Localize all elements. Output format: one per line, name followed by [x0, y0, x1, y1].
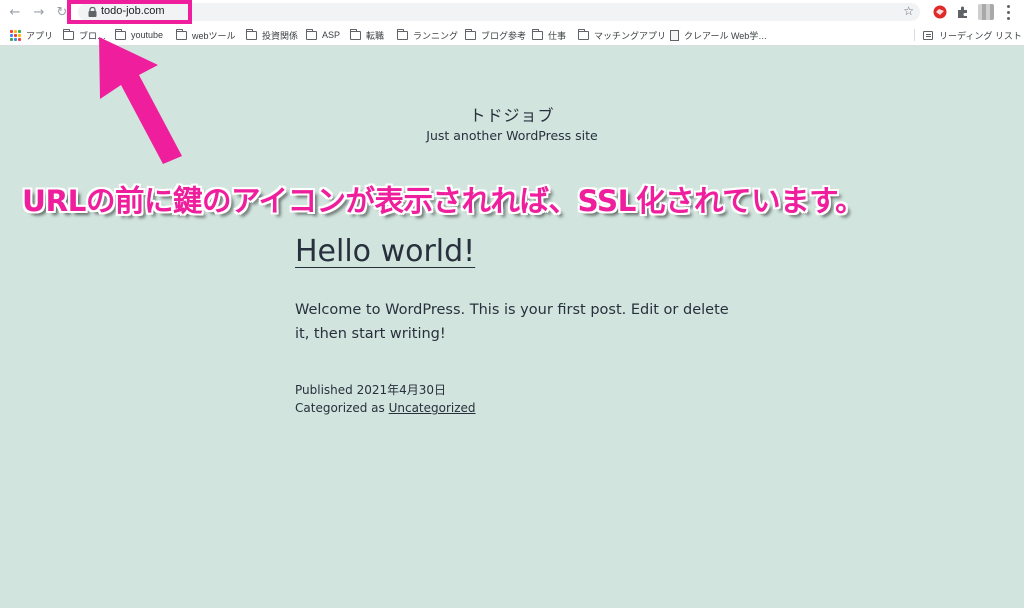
bookmark-label: アプリ — [26, 30, 54, 41]
bookmark-folder-youtube[interactable]: youtube — [115, 28, 163, 42]
page-icon — [670, 29, 679, 41]
bookmark-folder-career[interactable]: 転職 — [350, 28, 384, 42]
back-icon[interactable]: ← — [6, 3, 24, 21]
extension-icon[interactable] — [932, 4, 948, 20]
folder-icon — [350, 28, 361, 40]
bookmark-label: youtube — [131, 30, 164, 40]
category-link[interactable]: Uncategorized — [389, 401, 476, 415]
bookmark-crear[interactable]: クレアール Web学… — [670, 28, 767, 42]
menu-icon[interactable] — [1006, 3, 1010, 21]
bookmarks-bar: アプリ ブロ… youtube webツール 投資関係 ASP 転職 ランニング… — [0, 24, 1024, 46]
folder-icon — [465, 28, 476, 40]
folder-icon — [532, 28, 543, 40]
bookmarks-divider — [914, 29, 915, 41]
bookmark-label: マッチングアプリ — [594, 30, 667, 41]
extensions-puzzle-icon[interactable] — [955, 4, 971, 20]
reading-list-icon — [923, 30, 933, 40]
post-content: Welcome to WordPress. This is your first… — [295, 302, 729, 342]
bookmark-label: 仕事 — [548, 30, 567, 41]
bookmark-label: ブログ参考 — [481, 30, 527, 41]
site-title[interactable]: トドジョブ — [0, 102, 1024, 126]
forward-icon[interactable]: → — [30, 3, 48, 21]
apps-grid-icon — [10, 29, 21, 41]
bookmark-label: webツール — [192, 30, 236, 41]
bookmark-label: クレアール Web学… — [684, 30, 768, 41]
bookmark-star-icon[interactable]: ☆ — [903, 4, 914, 18]
reading-list-label: リーディング リスト — [939, 30, 1022, 41]
bookmark-apps[interactable]: アプリ — [10, 28, 53, 42]
bookmark-label: 転職 — [366, 30, 385, 41]
bookmark-folder-running[interactable]: ランニング — [397, 28, 458, 42]
profile-avatar[interactable] — [978, 4, 994, 20]
post-title-link[interactable]: Hello world! — [295, 234, 475, 269]
annotation-callout: URLの前に鍵のアイコンが表示されれば、SSL化されています。 — [22, 184, 865, 218]
reading-list-button[interactable]: リーディング リスト — [923, 28, 1022, 42]
site-tagline: Just another WordPress site — [426, 128, 598, 143]
bookmark-label: ブロ… — [79, 30, 107, 41]
folder-icon — [397, 28, 408, 40]
folder-icon — [246, 28, 257, 40]
bookmark-folder-blog[interactable]: ブロ… — [63, 28, 106, 42]
address-bar[interactable]: todo-job.com ☆ — [78, 3, 920, 21]
bookmark-folder-matching-apps[interactable]: マッチングアプリ — [578, 28, 666, 42]
bookmark-folder-investment[interactable]: 投資関係 — [246, 28, 298, 42]
bookmark-folder-asp[interactable]: ASP — [306, 28, 340, 42]
folder-icon — [176, 28, 187, 40]
folder-icon — [306, 28, 317, 40]
category-prefix: Categorized as — [295, 401, 389, 415]
bookmark-folder-webtools[interactable]: webツール — [176, 28, 236, 42]
post-category-line: Categorized as Uncategorized — [295, 401, 476, 415]
bookmark-folder-blog-reference[interactable]: ブログ参考 — [465, 28, 526, 42]
folder-icon — [63, 28, 74, 40]
bookmark-label: 投資関係 — [262, 30, 299, 41]
post-published-date: Published 2021年4月30日 — [295, 383, 447, 397]
folder-icon — [578, 28, 589, 40]
url-highlight-box — [67, 0, 192, 24]
bookmark-label: ASP — [322, 30, 341, 40]
bookmark-label: ランニング — [413, 30, 459, 41]
folder-icon — [115, 28, 126, 40]
bookmark-folder-work[interactable]: 仕事 — [532, 28, 566, 42]
